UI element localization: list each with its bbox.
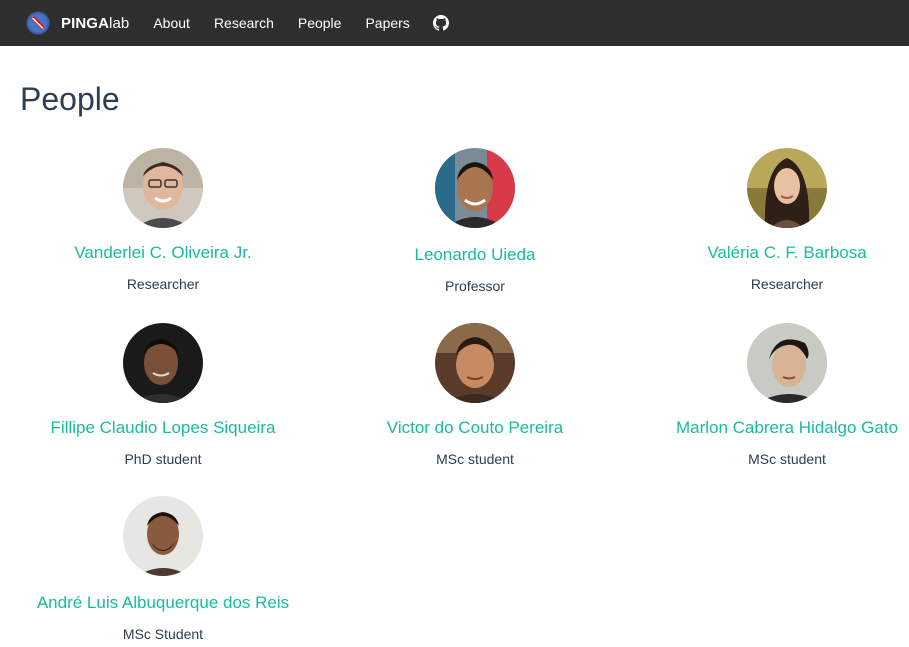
person-name-link[interactable]: André Luis Albuquerque dos Reis — [13, 592, 313, 614]
person-card: Victor do Couto Pereira MSc student — [325, 323, 625, 469]
person-card: Marlon Cabrera Hidalgo Gato MSc student — [637, 323, 909, 469]
person-name-link[interactable]: Marlon Cabrera Hidalgo Gato — [637, 417, 909, 439]
person-photo[interactable] — [123, 323, 203, 403]
person-photo[interactable] — [123, 148, 203, 228]
people-grid: Vanderlei C. Oliveira Jr. Researcher Leo… — [0, 0, 909, 647]
person-photo[interactable] — [747, 323, 827, 403]
person-name-link[interactable]: Fillipe Claudio Lopes Siqueira — [13, 417, 313, 439]
person-photo[interactable] — [435, 148, 515, 228]
person-role: MSc Student — [122, 626, 204, 642]
person-name-link[interactable]: Victor do Couto Pereira — [325, 417, 625, 439]
person-role: Researcher — [750, 276, 824, 292]
person-photo[interactable] — [123, 496, 203, 576]
person-card: Fillipe Claudio Lopes Siqueira PhD stude… — [13, 323, 313, 469]
person-role: MSc student — [436, 451, 514, 467]
person-card: Vanderlei C. Oliveira Jr. Researcher — [13, 148, 313, 294]
person-name-link[interactable]: Leonardo Uieda — [325, 244, 625, 266]
person-card: Valéria C. F. Barbosa Researcher — [637, 148, 909, 294]
person-role: Researcher — [126, 276, 200, 292]
person-name-link[interactable]: Vanderlei C. Oliveira Jr. — [13, 242, 313, 264]
person-role: PhD student — [124, 451, 202, 467]
person-name-link[interactable]: Valéria C. F. Barbosa — [637, 242, 909, 264]
person-card: André Luis Albuquerque dos Reis MSc Stud… — [13, 496, 313, 644]
person-card: Leonardo Uieda Professor — [325, 148, 625, 296]
person-role: MSc student — [748, 451, 826, 467]
person-role: Professor — [445, 278, 505, 294]
person-photo[interactable] — [435, 323, 515, 403]
person-photo[interactable] — [747, 148, 827, 228]
